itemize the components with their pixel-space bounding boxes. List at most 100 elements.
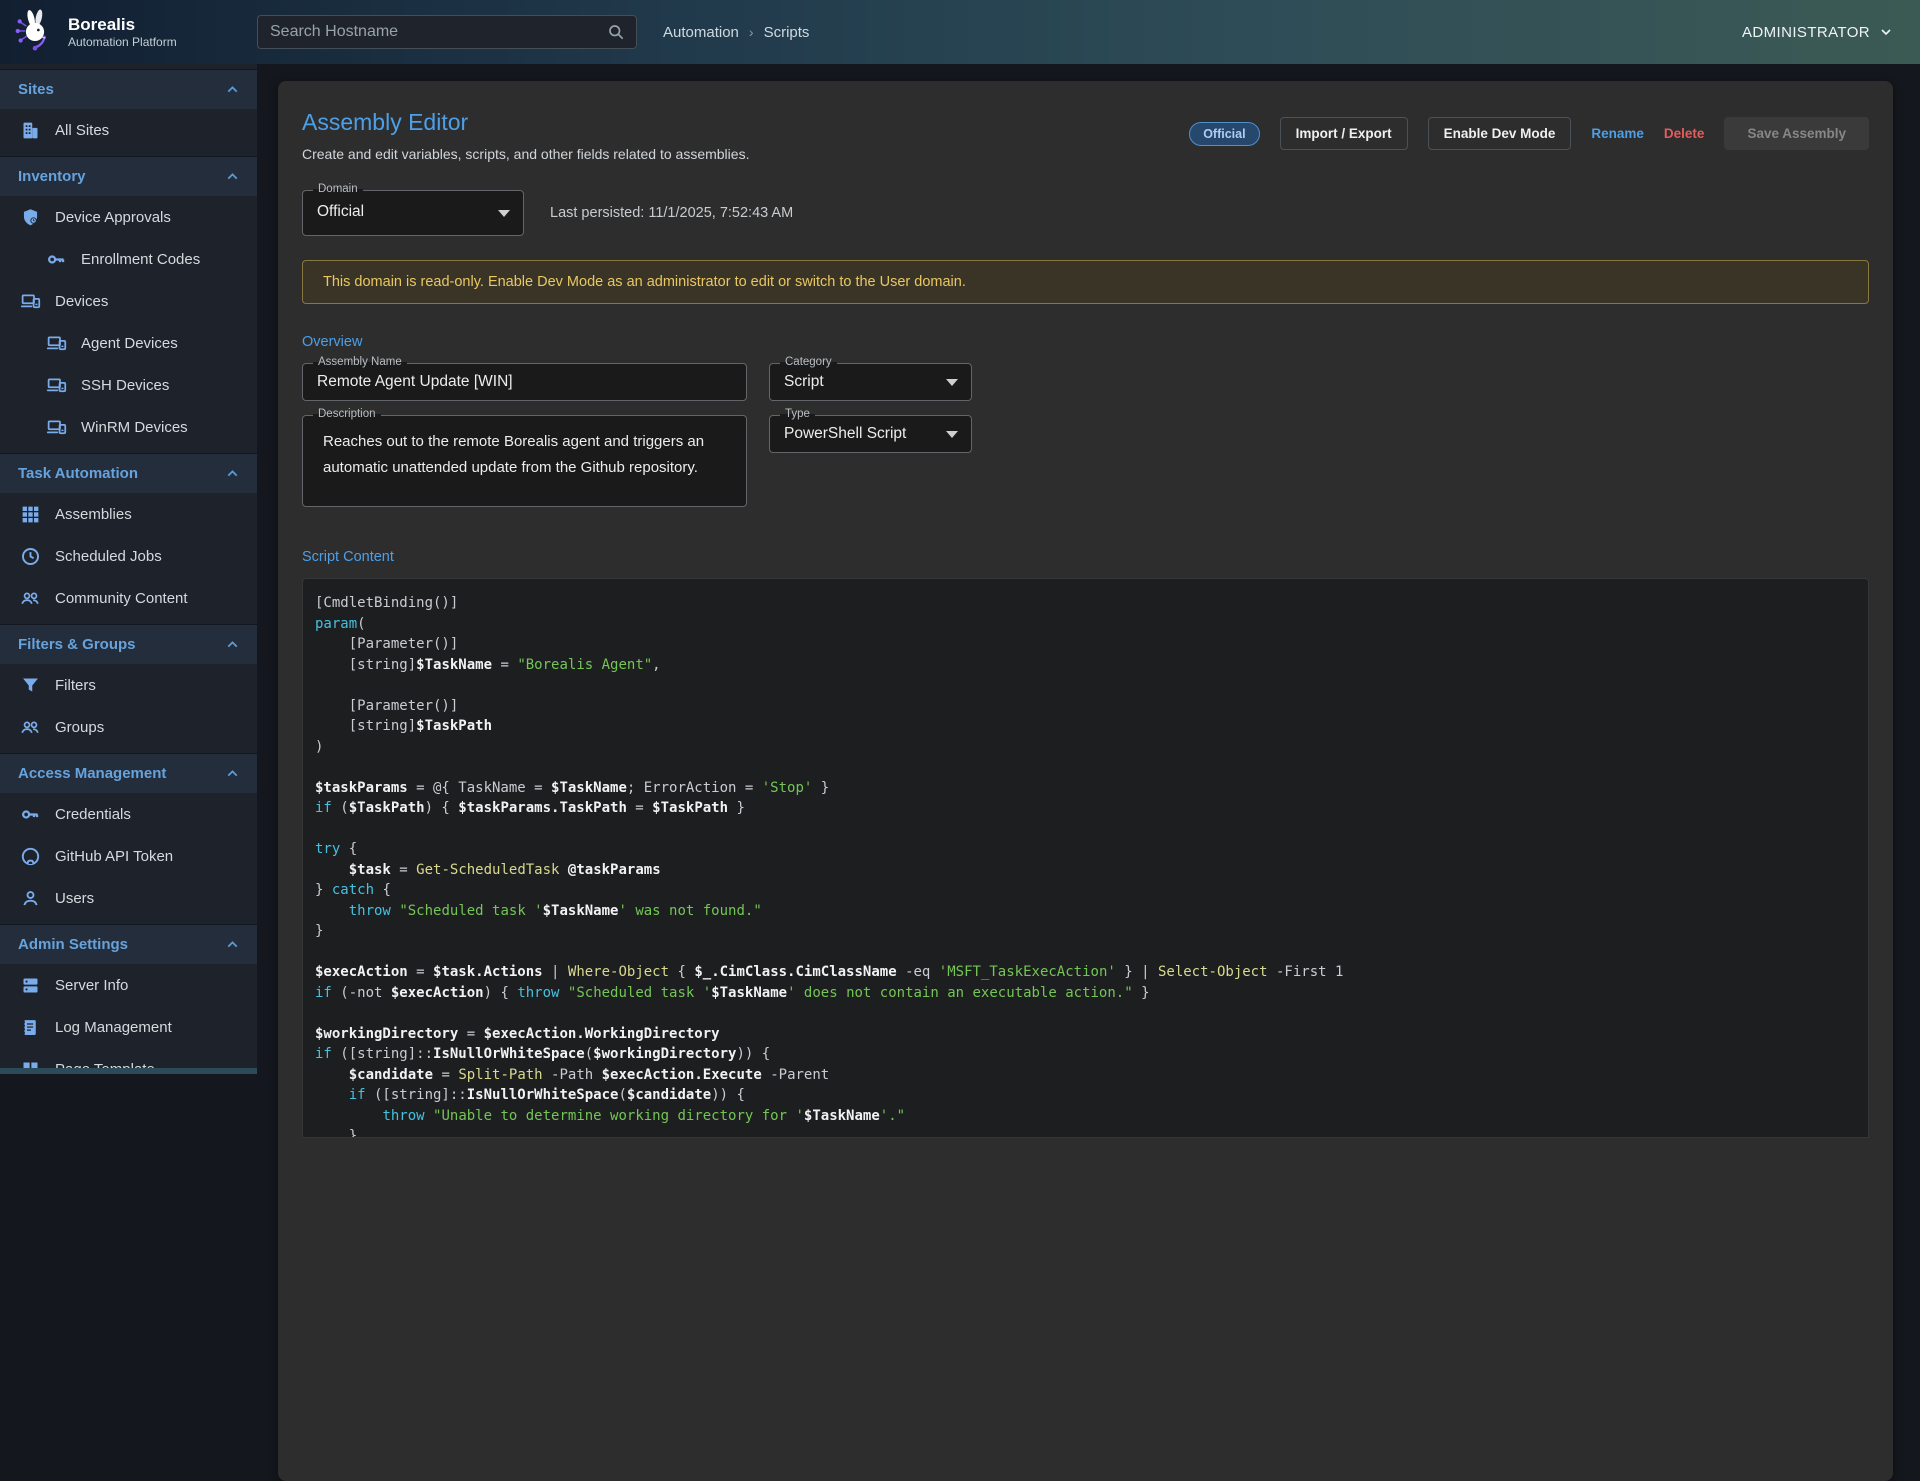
user-menu[interactable]: ADMINISTRATOR <box>1742 24 1920 41</box>
sidebar-item-label: Credentials <box>55 806 131 823</box>
code-line: if ($TaskPath) { $taskParams.TaskPath = … <box>315 798 1856 819</box>
type-value: PowerShell Script <box>784 425 906 443</box>
dropdown-caret-icon <box>946 379 958 386</box>
brand-name: Borealis <box>68 15 177 35</box>
sidebar-item-server-info[interactable]: Server Info <box>0 964 257 1006</box>
sidebar-section-access-management[interactable]: Access Management <box>0 753 257 793</box>
code-line: $taskParams = @{ TaskName = $TaskName; E… <box>315 778 1856 799</box>
sidebar-item-device-approvals[interactable]: Device Approvals <box>0 196 257 238</box>
assembly-name-label: Assembly Name <box>313 356 407 368</box>
section-label: Sites <box>18 81 54 98</box>
code-line: ) <box>315 737 1856 758</box>
breadcrumb-automation[interactable]: Automation <box>663 24 739 41</box>
brand: Borealis Automation Platform <box>0 7 257 58</box>
breadcrumb-separator-icon: › <box>749 24 754 40</box>
search-input[interactable] <box>270 23 606 41</box>
sidebar-section-task-automation[interactable]: Task Automation <box>0 453 257 493</box>
sidebar-item-ssh-devices[interactable]: SSH Devices <box>0 364 257 406</box>
sidebar-item-groups[interactable]: Groups <box>0 706 257 748</box>
breadcrumb: Automation › Scripts <box>663 24 809 41</box>
code-line: throw "Unable to determine working direc… <box>315 1106 1856 1127</box>
sidebar-item-all-sites[interactable]: All Sites <box>0 109 257 151</box>
chevron-up-icon <box>224 765 241 782</box>
domain-select[interactable]: Domain Official <box>302 190 524 236</box>
code-line: [string]$TaskName = "Borealis Agent", <box>315 655 1856 676</box>
code-line <box>315 942 1856 963</box>
save-assembly-button[interactable]: Save Assembly <box>1724 117 1869 150</box>
script-editor[interactable]: [CmdletBinding()]param( [Parameter()] [s… <box>302 578 1869 1138</box>
section-label: Filters & Groups <box>18 636 136 653</box>
code-line: $workingDirectory = $execAction.WorkingD… <box>315 1024 1856 1045</box>
sidebar-item-agent-devices[interactable]: Agent Devices <box>0 322 257 364</box>
sidebar-item-label: Community Content <box>55 590 188 607</box>
overview-section-label: Overview <box>302 334 1869 350</box>
code-line: $task = Get-ScheduledTask @taskParams <box>315 860 1856 881</box>
code-line: [CmdletBinding()] <box>315 593 1856 614</box>
server-icon <box>20 975 41 996</box>
code-line: if (-not $execAction) { throw "Scheduled… <box>315 983 1856 1004</box>
sidebar-item-filters[interactable]: Filters <box>0 664 257 706</box>
hostname-search[interactable] <box>257 15 637 49</box>
sidebar-item-label: WinRM Devices <box>81 419 188 436</box>
search-icon[interactable] <box>606 22 626 42</box>
sidebar-item-winrm-devices[interactable]: WinRM Devices <box>0 406 257 448</box>
type-select[interactable]: Type PowerShell Script <box>769 415 972 453</box>
code-line: $execAction = $task.Actions | Where-Obje… <box>315 962 1856 983</box>
code-line: if ([string]::IsNullOrWhiteSpace($workin… <box>315 1044 1856 1065</box>
sidebar-item-users[interactable]: Users <box>0 877 257 919</box>
shield-icon <box>20 207 41 228</box>
sidebar-item-label: Log Management <box>55 1019 172 1036</box>
import-export-button[interactable]: Import / Export <box>1280 117 1408 150</box>
enable-dev-mode-button[interactable]: Enable Dev Mode <box>1428 117 1572 150</box>
sidebar-item-assemblies[interactable]: Assemblies <box>0 493 257 535</box>
section-label: Admin Settings <box>18 936 128 953</box>
sidebar-item-label: Filters <box>55 677 96 694</box>
warning-text: This domain is read-only. Enable Dev Mod… <box>323 274 966 290</box>
category-select[interactable]: Category Script <box>769 363 972 401</box>
breadcrumb-scripts[interactable]: Scripts <box>764 24 810 41</box>
brand-subtitle: Automation Platform <box>68 35 177 49</box>
page-subtitle: Create and edit variables, scripts, and … <box>302 146 749 162</box>
sidebar-item-label: All Sites <box>55 122 109 139</box>
sidebar-item-enrollment-codes[interactable]: Enrollment Codes <box>0 238 257 280</box>
section-label: Task Automation <box>18 465 138 482</box>
sidebar-item-label: GitHub API Token <box>55 848 173 865</box>
sidebar-section-admin-settings[interactable]: Admin Settings <box>0 924 257 964</box>
sidebar-item-credentials[interactable]: Credentials <box>0 793 257 835</box>
sidebar-item-label: Assemblies <box>55 506 132 523</box>
sidebar-item-label: Server Info <box>55 977 128 994</box>
key-icon <box>46 249 67 270</box>
building-icon <box>20 120 41 141</box>
funnel-icon <box>20 675 41 696</box>
code-line: if ([string]::IsNullOrWhiteSpace($candid… <box>315 1085 1856 1106</box>
code-line <box>315 819 1856 840</box>
read-only-warning-banner: This domain is read-only. Enable Dev Mod… <box>302 260 1869 304</box>
code-line: } <box>315 1126 1856 1138</box>
assembly-name-field[interactable]: Assembly Name Remote Agent Update [WIN] <box>302 363 747 401</box>
code-line: param( <box>315 614 1856 635</box>
sidebar-item-github-api-token[interactable]: GitHub API Token <box>0 835 257 877</box>
devices-icon <box>46 417 67 438</box>
sidebar-item-devices[interactable]: Devices <box>0 280 257 322</box>
chevron-up-icon <box>224 465 241 482</box>
delete-button[interactable]: Delete <box>1664 126 1705 141</box>
dropdown-caret-icon <box>946 431 958 438</box>
sidebar-item-scheduled-jobs[interactable]: Scheduled Jobs <box>0 535 257 577</box>
sidebar-section-sites[interactable]: Sites <box>0 69 257 109</box>
sidebar-section-filters-groups[interactable]: Filters & Groups <box>0 624 257 664</box>
sidebar-item-community-content[interactable]: Community Content <box>0 577 257 619</box>
rename-button[interactable]: Rename <box>1591 126 1644 141</box>
description-field[interactable]: Description Reaches out to the remote Bo… <box>302 415 747 507</box>
category-value: Script <box>784 373 824 391</box>
category-label: Category <box>780 356 837 368</box>
devices-icon <box>46 375 67 396</box>
devices-icon <box>20 291 41 312</box>
chevron-up-icon <box>224 636 241 653</box>
code-line: } <box>315 921 1856 942</box>
script-content-section-label: Script Content <box>302 549 1869 565</box>
sidebar-section-inventory[interactable]: Inventory <box>0 156 257 196</box>
sidebar-item-log-management[interactable]: Log Management <box>0 1006 257 1048</box>
person-icon <box>20 888 41 909</box>
last-persisted-text: Last persisted: 11/1/2025, 7:52:43 AM <box>550 205 793 221</box>
type-label: Type <box>780 408 815 420</box>
